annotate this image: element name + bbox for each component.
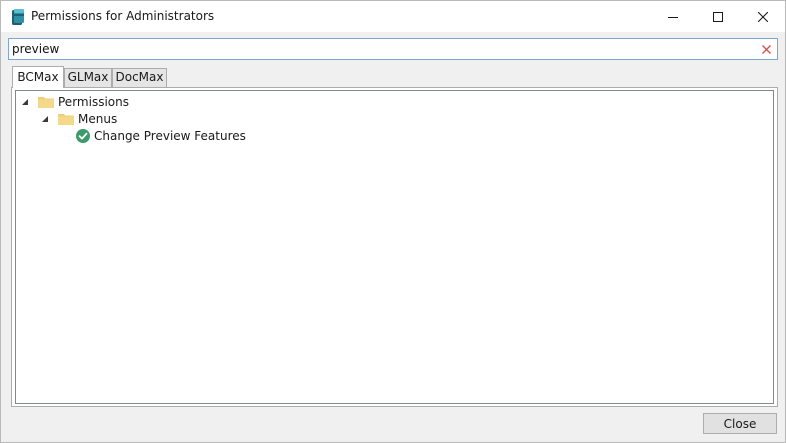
tab-bcmax[interactable]: BCMax (12, 66, 64, 88)
permissions-window: Permissions for Administrators preview B… (0, 0, 786, 443)
permissions-tree[interactable]: Permissions Menus Change Preview Feature… (15, 90, 774, 404)
search-box (8, 38, 778, 60)
clear-search-button[interactable] (758, 41, 774, 57)
tab-docmax[interactable]: DocMax (112, 68, 167, 87)
clear-x-icon (761, 44, 771, 54)
window-close-button[interactable] (740, 1, 785, 32)
tab-panel: Permissions Menus Change Preview Feature… (11, 87, 778, 407)
check-circle-icon (76, 128, 90, 143)
tree-node-change-preview-features[interactable]: Change Preview Features (76, 127, 246, 144)
folder-icon (58, 113, 74, 125)
search-input[interactable] (12, 41, 752, 57)
close-icon (757, 11, 768, 22)
tree-node-label: Change Preview Features (94, 128, 246, 143)
tree-node-menus[interactable]: Menus (40, 110, 117, 127)
tree-node-label: Menus (78, 111, 118, 126)
window-title: Permissions for Administrators (31, 9, 215, 23)
expanded-triangle-icon[interactable] (40, 114, 50, 124)
minimize-button[interactable] (650, 1, 695, 32)
tree-node-permissions[interactable]: Permissions (20, 93, 129, 110)
tab-glmax[interactable]: GLMax (64, 68, 112, 87)
close-button[interactable]: Close (703, 413, 777, 434)
title-bar[interactable]: Permissions for Administrators (1, 1, 785, 32)
minimize-icon (667, 16, 678, 18)
expanded-triangle-icon[interactable] (20, 97, 30, 107)
tree-node-label: Permissions (58, 94, 129, 109)
maximize-button[interactable] (695, 1, 740, 32)
folder-icon (38, 96, 54, 108)
maximize-icon (712, 11, 723, 22)
database-app-icon (12, 9, 24, 25)
